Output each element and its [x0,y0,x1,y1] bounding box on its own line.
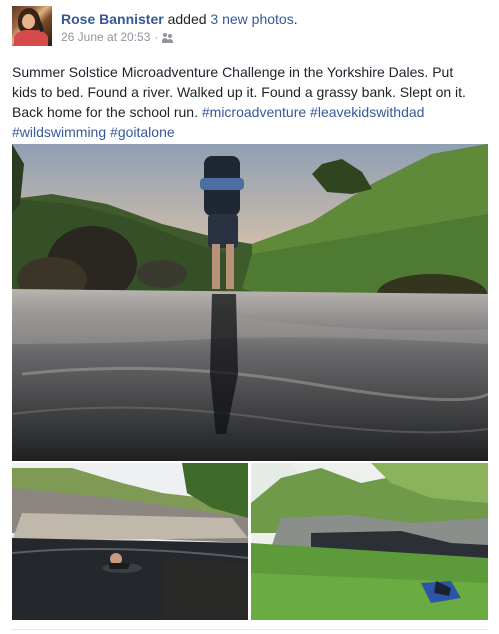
post-meta: 26 June at 20:53 · [61,30,174,44]
photo-count-link[interactable]: 3 new photos [210,11,293,27]
post-header: Rose Bannister added 3 new photos. [61,11,298,27]
photo-river-walk[interactable] [12,144,488,461]
hashtag-wildswimming[interactable]: #wildswimming [12,124,106,140]
facebook-post-card: Rose Bannister added 3 new photos. 26 Ju… [0,0,499,634]
hashtag-microadventure[interactable]: #microadventure [202,104,306,120]
header-period: . [293,11,298,27]
post-text-line-3-plain: Back home for the school run. [12,104,202,120]
post-text-line-3: Back home for the school run. #microadve… [12,102,490,122]
post-text: Summer Solstice Microadventure Challenge… [12,62,490,142]
hashtag-leavekidswithdad[interactable]: #leavekidswithdad [310,104,424,120]
post-text-line-2: kids to bed. Found a river. Walked up it… [12,84,466,100]
hashtag-goitalone[interactable]: #goitalone [110,124,175,140]
meta-separator: · [154,30,159,44]
post-divider [12,629,488,630]
post-text-line-4: #wildswimming #goitalone [12,122,490,142]
photo-wild-swimming[interactable] [12,463,248,620]
post-action-text: added [167,11,207,27]
photo-grassy-bank[interactable] [251,463,488,620]
post-timestamp[interactable]: 26 June at 20:53 [61,30,150,44]
author-avatar[interactable] [12,6,52,46]
friends-icon[interactable] [162,32,174,43]
post-text-line-1: Summer Solstice Microadventure Challenge… [12,64,454,80]
author-name-link[interactable]: Rose Bannister [61,11,164,27]
